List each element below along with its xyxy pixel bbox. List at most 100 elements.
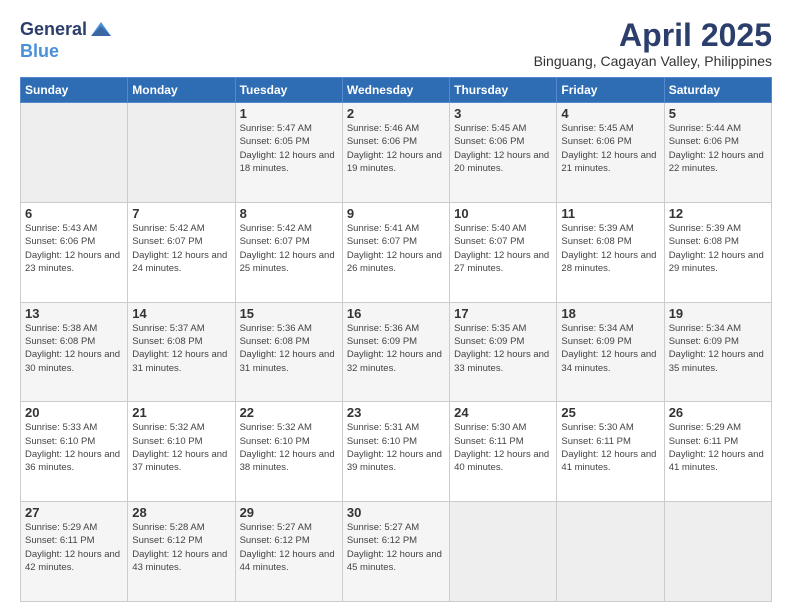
calendar-cell: 16Sunrise: 5:36 AM Sunset: 6:09 PM Dayli… — [342, 302, 449, 402]
day-number: 18 — [561, 306, 659, 321]
day-number: 29 — [240, 505, 338, 520]
calendar-cell: 13Sunrise: 5:38 AM Sunset: 6:08 PM Dayli… — [21, 302, 128, 402]
day-info: Sunrise: 5:28 AM Sunset: 6:12 PM Dayligh… — [132, 521, 230, 574]
calendar-cell: 15Sunrise: 5:36 AM Sunset: 6:08 PM Dayli… — [235, 302, 342, 402]
calendar-cell — [128, 103, 235, 203]
weekday-header-monday: Monday — [128, 78, 235, 103]
calendar-cell — [664, 502, 771, 602]
day-info: Sunrise: 5:39 AM Sunset: 6:08 PM Dayligh… — [561, 222, 659, 275]
calendar-cell: 10Sunrise: 5:40 AM Sunset: 6:07 PM Dayli… — [450, 202, 557, 302]
day-number: 21 — [132, 405, 230, 420]
day-number: 19 — [669, 306, 767, 321]
logo: General Blue — [20, 18, 113, 62]
calendar-cell: 3Sunrise: 5:45 AM Sunset: 6:06 PM Daylig… — [450, 103, 557, 203]
day-number: 27 — [25, 505, 123, 520]
day-info: Sunrise: 5:44 AM Sunset: 6:06 PM Dayligh… — [669, 122, 767, 175]
week-row-2: 6Sunrise: 5:43 AM Sunset: 6:06 PM Daylig… — [21, 202, 772, 302]
day-info: Sunrise: 5:46 AM Sunset: 6:06 PM Dayligh… — [347, 122, 445, 175]
calendar-cell: 27Sunrise: 5:29 AM Sunset: 6:11 PM Dayli… — [21, 502, 128, 602]
day-number: 9 — [347, 206, 445, 221]
calendar-cell: 28Sunrise: 5:28 AM Sunset: 6:12 PM Dayli… — [128, 502, 235, 602]
calendar-cell: 11Sunrise: 5:39 AM Sunset: 6:08 PM Dayli… — [557, 202, 664, 302]
calendar-cell: 20Sunrise: 5:33 AM Sunset: 6:10 PM Dayli… — [21, 402, 128, 502]
calendar-cell: 1Sunrise: 5:47 AM Sunset: 6:05 PM Daylig… — [235, 103, 342, 203]
logo-general-text: General — [20, 20, 87, 40]
calendar-cell: 30Sunrise: 5:27 AM Sunset: 6:12 PM Dayli… — [342, 502, 449, 602]
calendar-cell: 19Sunrise: 5:34 AM Sunset: 6:09 PM Dayli… — [664, 302, 771, 402]
day-info: Sunrise: 5:47 AM Sunset: 6:05 PM Dayligh… — [240, 122, 338, 175]
logo-blue-text: Blue — [20, 42, 113, 62]
calendar-cell: 21Sunrise: 5:32 AM Sunset: 6:10 PM Dayli… — [128, 402, 235, 502]
calendar-cell — [450, 502, 557, 602]
day-number: 13 — [25, 306, 123, 321]
calendar-table: SundayMondayTuesdayWednesdayThursdayFrid… — [20, 77, 772, 602]
day-number: 22 — [240, 405, 338, 420]
day-number: 14 — [132, 306, 230, 321]
day-info: Sunrise: 5:29 AM Sunset: 6:11 PM Dayligh… — [669, 421, 767, 474]
calendar-cell: 5Sunrise: 5:44 AM Sunset: 6:06 PM Daylig… — [664, 103, 771, 203]
week-row-1: 1Sunrise: 5:47 AM Sunset: 6:05 PM Daylig… — [21, 103, 772, 203]
day-number: 1 — [240, 106, 338, 121]
calendar-cell: 9Sunrise: 5:41 AM Sunset: 6:07 PM Daylig… — [342, 202, 449, 302]
calendar-cell: 26Sunrise: 5:29 AM Sunset: 6:11 PM Dayli… — [664, 402, 771, 502]
day-info: Sunrise: 5:33 AM Sunset: 6:10 PM Dayligh… — [25, 421, 123, 474]
calendar-cell: 7Sunrise: 5:42 AM Sunset: 6:07 PM Daylig… — [128, 202, 235, 302]
day-info: Sunrise: 5:39 AM Sunset: 6:08 PM Dayligh… — [669, 222, 767, 275]
calendar-cell: 29Sunrise: 5:27 AM Sunset: 6:12 PM Dayli… — [235, 502, 342, 602]
day-info: Sunrise: 5:37 AM Sunset: 6:08 PM Dayligh… — [132, 322, 230, 375]
calendar-cell: 8Sunrise: 5:42 AM Sunset: 6:07 PM Daylig… — [235, 202, 342, 302]
day-info: Sunrise: 5:32 AM Sunset: 6:10 PM Dayligh… — [132, 421, 230, 474]
day-info: Sunrise: 5:30 AM Sunset: 6:11 PM Dayligh… — [454, 421, 552, 474]
day-info: Sunrise: 5:30 AM Sunset: 6:11 PM Dayligh… — [561, 421, 659, 474]
day-info: Sunrise: 5:32 AM Sunset: 6:10 PM Dayligh… — [240, 421, 338, 474]
day-number: 2 — [347, 106, 445, 121]
weekday-header-friday: Friday — [557, 78, 664, 103]
calendar-cell: 23Sunrise: 5:31 AM Sunset: 6:10 PM Dayli… — [342, 402, 449, 502]
week-row-4: 20Sunrise: 5:33 AM Sunset: 6:10 PM Dayli… — [21, 402, 772, 502]
calendar-cell — [557, 502, 664, 602]
calendar-cell: 25Sunrise: 5:30 AM Sunset: 6:11 PM Dayli… — [557, 402, 664, 502]
day-number: 5 — [669, 106, 767, 121]
day-number: 30 — [347, 505, 445, 520]
day-number: 20 — [25, 405, 123, 420]
day-number: 4 — [561, 106, 659, 121]
day-number: 24 — [454, 405, 552, 420]
week-row-3: 13Sunrise: 5:38 AM Sunset: 6:08 PM Dayli… — [21, 302, 772, 402]
day-info: Sunrise: 5:40 AM Sunset: 6:07 PM Dayligh… — [454, 222, 552, 275]
weekday-header-thursday: Thursday — [450, 78, 557, 103]
day-info: Sunrise: 5:42 AM Sunset: 6:07 PM Dayligh… — [240, 222, 338, 275]
calendar-cell: 18Sunrise: 5:34 AM Sunset: 6:09 PM Dayli… — [557, 302, 664, 402]
day-number: 15 — [240, 306, 338, 321]
day-info: Sunrise: 5:45 AM Sunset: 6:06 PM Dayligh… — [454, 122, 552, 175]
calendar-cell: 4Sunrise: 5:45 AM Sunset: 6:06 PM Daylig… — [557, 103, 664, 203]
day-info: Sunrise: 5:34 AM Sunset: 6:09 PM Dayligh… — [669, 322, 767, 375]
day-info: Sunrise: 5:42 AM Sunset: 6:07 PM Dayligh… — [132, 222, 230, 275]
calendar-cell: 12Sunrise: 5:39 AM Sunset: 6:08 PM Dayli… — [664, 202, 771, 302]
calendar-location: Binguang, Cagayan Valley, Philippines — [534, 53, 772, 69]
day-info: Sunrise: 5:36 AM Sunset: 6:09 PM Dayligh… — [347, 322, 445, 375]
day-info: Sunrise: 5:27 AM Sunset: 6:12 PM Dayligh… — [240, 521, 338, 574]
weekday-header-row: SundayMondayTuesdayWednesdayThursdayFrid… — [21, 78, 772, 103]
title-block: April 2025 Binguang, Cagayan Valley, Phi… — [534, 18, 772, 69]
weekday-header-sunday: Sunday — [21, 78, 128, 103]
day-info: Sunrise: 5:34 AM Sunset: 6:09 PM Dayligh… — [561, 322, 659, 375]
logo-icon — [89, 18, 113, 42]
calendar-cell: 24Sunrise: 5:30 AM Sunset: 6:11 PM Dayli… — [450, 402, 557, 502]
calendar-cell: 2Sunrise: 5:46 AM Sunset: 6:06 PM Daylig… — [342, 103, 449, 203]
day-info: Sunrise: 5:29 AM Sunset: 6:11 PM Dayligh… — [25, 521, 123, 574]
day-info: Sunrise: 5:38 AM Sunset: 6:08 PM Dayligh… — [25, 322, 123, 375]
day-info: Sunrise: 5:43 AM Sunset: 6:06 PM Dayligh… — [25, 222, 123, 275]
week-row-5: 27Sunrise: 5:29 AM Sunset: 6:11 PM Dayli… — [21, 502, 772, 602]
day-info: Sunrise: 5:27 AM Sunset: 6:12 PM Dayligh… — [347, 521, 445, 574]
calendar-title: April 2025 — [534, 18, 772, 53]
weekday-header-wednesday: Wednesday — [342, 78, 449, 103]
day-number: 26 — [669, 405, 767, 420]
calendar-cell — [21, 103, 128, 203]
header: General Blue April 2025 Binguang, Cagaya… — [20, 18, 772, 69]
calendar-cell: 14Sunrise: 5:37 AM Sunset: 6:08 PM Dayli… — [128, 302, 235, 402]
day-info: Sunrise: 5:31 AM Sunset: 6:10 PM Dayligh… — [347, 421, 445, 474]
weekday-header-saturday: Saturday — [664, 78, 771, 103]
day-number: 11 — [561, 206, 659, 221]
day-number: 12 — [669, 206, 767, 221]
day-info: Sunrise: 5:45 AM Sunset: 6:06 PM Dayligh… — [561, 122, 659, 175]
